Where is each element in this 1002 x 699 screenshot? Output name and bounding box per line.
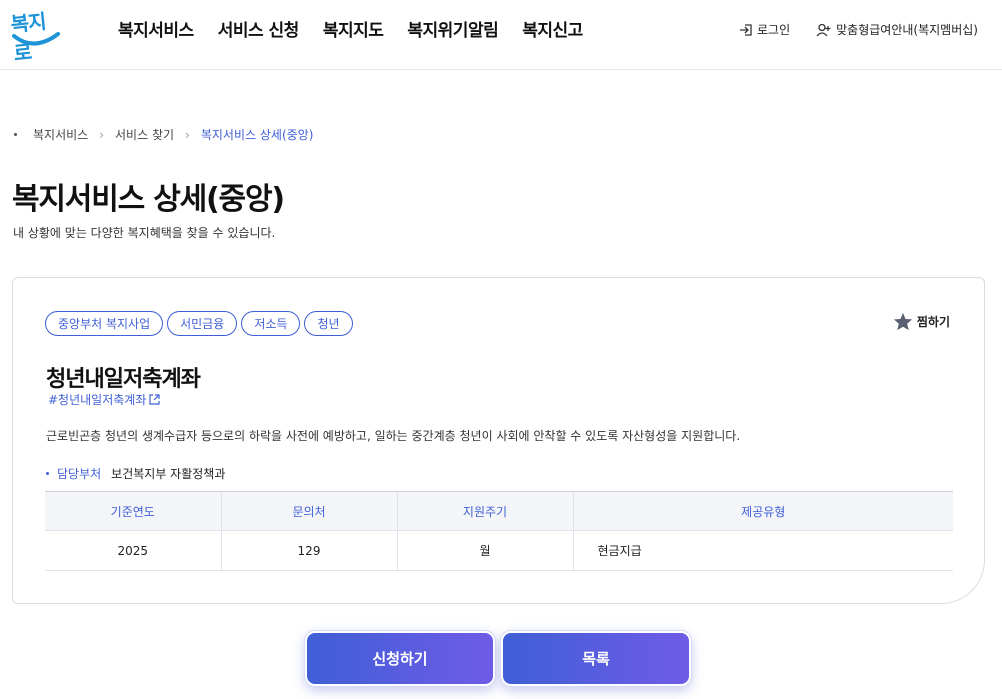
table-row: 2025 129 월 현금지급: [45, 530, 953, 571]
tag-youth[interactable]: 청년: [304, 311, 353, 336]
nav-welfare-service[interactable]: 복지서비스: [118, 16, 194, 41]
breadcrumb-item-welfare[interactable]: 복지서비스: [33, 126, 88, 143]
service-description: 근로빈곤층 청년의 생계수급자 등으로의 하락을 사전에 예방하고, 일하는 중…: [46, 429, 741, 443]
tag-central-ministry[interactable]: 중앙부처 복지사업: [45, 311, 164, 336]
login-label: 로그인: [757, 23, 791, 37]
cell-contact: 129: [220, 530, 397, 571]
service-hashtag: #청년내일저축계좌: [48, 393, 147, 407]
utility-menu: 로그인 맞춤형급여안내(복지멤버십): [739, 21, 978, 38]
favorite-label: 찜하기: [916, 315, 950, 329]
nav-welfare-report[interactable]: 복지신고: [522, 16, 583, 41]
nav-service-apply[interactable]: 서비스 신청: [218, 16, 300, 41]
department-value: 보건복지부 자활정책과: [111, 467, 226, 481]
login-icon: [740, 23, 752, 36]
breadcrumb: 복지서비스 › 서비스 찾기 › 복지서비스 상세(중앙): [14, 126, 313, 143]
membership-link[interactable]: 맞춤형급여안내(복지멤버십): [816, 21, 978, 38]
membership-label: 맞춤형급여안내(복지멤버십): [836, 23, 978, 37]
cell-base-year: 2025: [45, 530, 221, 571]
breadcrumb-item-current: 복지서비스 상세(중앙): [200, 128, 314, 142]
nav-welfare-map[interactable]: 복지지도: [323, 16, 384, 41]
service-info-table: 기준연도 문의처 지원주기 제공유형 2025 129 월 현금지급: [45, 491, 953, 571]
breadcrumb-item-search[interactable]: 서비스 찾기: [115, 126, 174, 143]
bokjiro-logo[interactable]: 복지로: [10, 6, 62, 65]
chevron-right-icon: ›: [185, 127, 190, 142]
service-title: 청년내일저축계좌: [46, 367, 201, 392]
department-row: 담당부처 보건복지부 자활정책과: [46, 465, 225, 482]
table-header-row: 기준연도 문의처 지원주기 제공유형: [45, 491, 953, 531]
login-link[interactable]: 로그인: [739, 21, 790, 38]
service-detail-card: 중앙부처 복지사업 서민금융 저소득 청년 찜하기 청년내일저축계좌 #청년내일…: [12, 277, 985, 604]
breadcrumb-dot: [14, 133, 17, 136]
header-contact: 문의처: [220, 491, 397, 531]
tag-finance[interactable]: 서민금융: [167, 311, 238, 336]
cell-provision-type: 현금지급: [572, 530, 953, 571]
star-icon: [893, 312, 912, 331]
site-header: 복지로 복지서비스 서비스 신청 복지지도 복지위기알림 복지신고 로그인 맞춤…: [0, 0, 1002, 70]
favorite-button[interactable]: 찜하기: [893, 312, 950, 331]
tag-low-income[interactable]: 저소득: [241, 311, 301, 336]
apply-button[interactable]: 신청하기: [304, 630, 496, 687]
bullet-dot: [46, 472, 49, 475]
nav-crisis-alert[interactable]: 복지위기알림: [407, 16, 498, 41]
page-title: 복지서비스 상세(중앙): [12, 182, 285, 217]
list-button[interactable]: 목록: [500, 630, 692, 687]
page-description: 내 상황에 맞는 다양한 복지혜택을 찾을 수 있습니다.: [13, 226, 276, 240]
department-label: 담당부처: [57, 467, 102, 481]
user-add-icon: [816, 23, 831, 36]
service-tags: 중앙부처 복지사업 서민금융 저소득 청년: [45, 311, 353, 336]
logo-smile-icon: [12, 32, 60, 46]
header-cycle: 지원주기: [396, 491, 573, 531]
main-nav: 복지서비스 서비스 신청 복지지도 복지위기알림 복지신고: [118, 16, 583, 41]
service-hashtag-link[interactable]: #청년내일저축계좌: [48, 391, 160, 408]
external-link-icon: [149, 394, 160, 405]
header-provision-type: 제공유형: [572, 491, 953, 531]
cell-cycle: 월: [396, 530, 573, 571]
header-base-year: 기준연도: [45, 491, 221, 531]
chevron-right-icon: ›: [99, 127, 105, 142]
